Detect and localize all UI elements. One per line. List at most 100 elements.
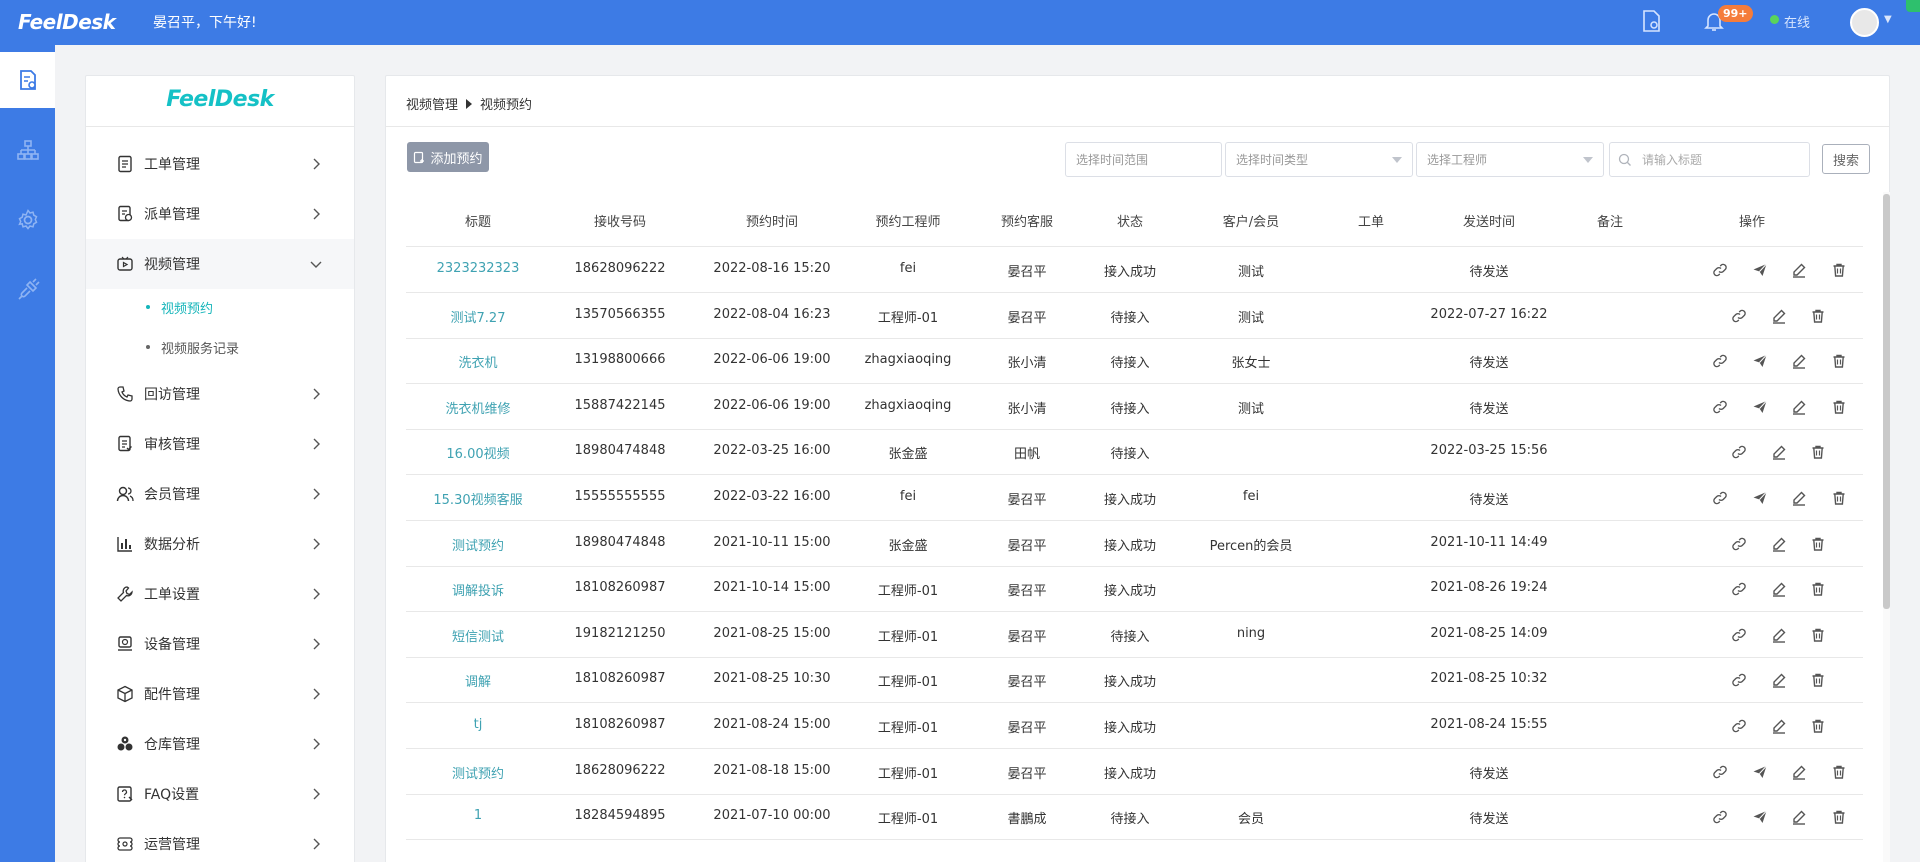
cell-title[interactable]: 洗衣机维修 [445,398,510,417]
menu-item-parts[interactable]: 配件管理 [86,669,354,719]
nav-settings-icon[interactable] [0,192,55,248]
send-icon[interactable] [1750,351,1770,371]
link-icon[interactable] [1729,306,1749,326]
cell-engineer: fei [899,261,917,276]
cell-title[interactable]: 调解 [465,671,491,690]
link-icon[interactable] [1710,762,1730,782]
trash-icon[interactable] [1829,351,1849,371]
cell-engineer: 工程师-01 [877,812,939,828]
send-icon[interactable] [1750,762,1770,782]
link-icon[interactable] [1710,351,1730,371]
edit-icon[interactable] [1769,534,1789,554]
menu-item-analytics[interactable]: 数据分析 [86,519,354,569]
send-icon[interactable] [1750,397,1770,417]
cell-title[interactable]: 洗衣机 [458,352,497,371]
menu-item-ticket-settings[interactable]: 工单设置 [86,569,354,619]
edit-icon[interactable] [1769,670,1789,690]
menu-item-members[interactable]: 会员管理 [86,469,354,519]
link-icon[interactable] [1729,579,1749,599]
search-input[interactable] [1609,142,1810,177]
edit-icon[interactable] [1789,807,1809,827]
nav-service-icon[interactable] [0,52,55,108]
trash-icon[interactable] [1808,442,1828,462]
cell-title[interactable]: 测试7.27 [451,307,506,326]
cell-title[interactable]: 测试预约 [452,763,504,782]
send-icon[interactable] [1750,807,1770,827]
cell-title[interactable]: 调解投诉 [452,580,504,599]
edit-icon[interactable] [1769,625,1789,645]
cell-send-time: 2022-07-27 16:22 [1430,306,1548,322]
link-icon[interactable] [1710,488,1730,508]
trash-icon[interactable] [1829,488,1849,508]
trash-icon[interactable] [1808,579,1828,599]
link-icon[interactable] [1729,442,1749,462]
menu-item-warehouse[interactable]: 仓库管理 [86,719,354,769]
trash-icon[interactable] [1808,534,1828,554]
online-status-text[interactable]: 在线 [1784,12,1810,31]
link-icon[interactable] [1710,260,1730,280]
edit-icon[interactable] [1769,716,1789,736]
column-header: 标题 [464,215,492,230]
trash-icon[interactable] [1808,670,1828,690]
menu-item-callback[interactable]: 回访管理 [86,369,354,419]
edit-icon[interactable] [1789,260,1809,280]
link-icon[interactable] [1729,534,1749,554]
add-booking-button[interactable]: 添加预约 [407,142,489,172]
column-header: 预约时间 [745,215,799,230]
menu-item-video[interactable]: 视频管理 [86,239,354,289]
menu-item-dispatch[interactable]: 派单管理 [86,189,354,239]
cell-title[interactable]: tj [474,717,483,732]
menu-item-faq[interactable]: FAQ设置 [86,769,354,819]
edit-icon[interactable] [1769,306,1789,326]
send-icon[interactable] [1750,488,1770,508]
menu-item-tickets[interactable]: 工单管理 [86,139,354,189]
link-icon[interactable] [1710,807,1730,827]
link-icon[interactable] [1729,670,1749,690]
chevron-down-icon[interactable]: ▼ [1884,14,1892,25]
trash-icon[interactable] [1808,306,1828,326]
cell-agent: 晏召平 [1007,538,1047,554]
edit-icon[interactable] [1789,351,1809,371]
nav-plugin-icon[interactable] [0,262,55,318]
edit-icon[interactable] [1789,488,1809,508]
trash-icon[interactable] [1808,625,1828,645]
edit-icon[interactable] [1769,442,1789,462]
cell-title[interactable]: 2323232323 [437,261,520,276]
cell-title[interactable]: 测试预约 [452,535,504,554]
menu-item-operations[interactable]: 运营管理 [86,819,354,862]
document-settings-icon[interactable] [1640,9,1662,33]
user-avatar[interactable] [1850,8,1879,37]
engineer-select[interactable]: 选择工程师 [1416,142,1604,177]
cell-engineer: 工程师-01 [877,584,939,600]
submenu-item-video-records[interactable]: 视频服务记录 [86,327,354,367]
warehouse-icon [117,736,133,751]
edit-icon[interactable] [1769,579,1789,599]
app-logo[interactable]: FeelDesk [18,10,116,34]
cell-title[interactable]: 1 [474,808,482,823]
search-button[interactable]: 搜索 [1822,144,1870,174]
trash-icon[interactable] [1829,397,1849,417]
link-icon[interactable] [1729,716,1749,736]
time-range-picker[interactable]: 选择时间范围 [1065,142,1222,177]
menu-item-devices[interactable]: 设备管理 [86,619,354,669]
link-icon[interactable] [1729,625,1749,645]
trash-icon[interactable] [1829,762,1849,782]
scrollbar-thumb[interactable] [1883,194,1890,609]
add-document-icon [414,151,425,163]
cell-title[interactable]: 15.30视频客服 [433,489,522,508]
cell-title[interactable]: 16.00视频 [446,443,509,462]
edit-icon[interactable] [1789,762,1809,782]
edit-icon[interactable] [1789,397,1809,417]
cell-agent: 晏召平 [1007,766,1047,782]
submenu-item-video-booking[interactable]: 视频预约 [86,287,354,327]
nav-org-icon[interactable] [0,122,55,178]
link-icon[interactable] [1710,397,1730,417]
menu-item-audit[interactable]: 审核管理 [86,419,354,469]
time-type-select[interactable]: 选择时间类型 [1225,142,1413,177]
trash-icon[interactable] [1829,807,1849,827]
send-icon[interactable] [1750,260,1770,280]
trash-icon[interactable] [1808,716,1828,736]
trash-icon[interactable] [1829,260,1849,280]
breadcrumb-item[interactable]: 视频管理 [406,94,458,113]
cell-title[interactable]: 短信测试 [452,626,504,645]
